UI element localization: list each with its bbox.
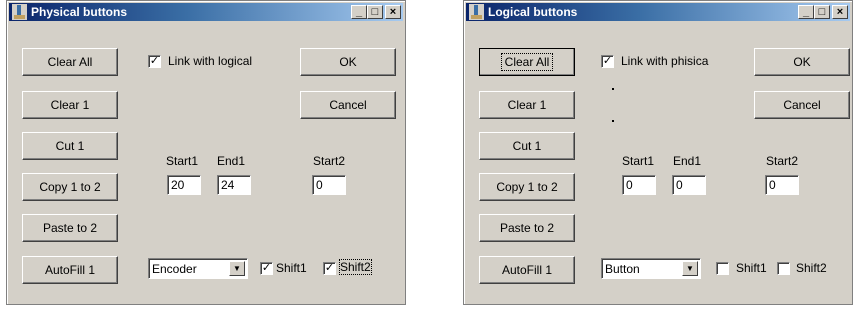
shift1-label: Shift1	[276, 261, 307, 275]
shift2-checkbox[interactable]	[777, 262, 790, 275]
shift1-label: Shift1	[736, 261, 767, 275]
clear-1-button[interactable]: Clear 1	[479, 91, 575, 119]
copy-1-to-2-button[interactable]: Copy 1 to 2	[479, 173, 575, 201]
ok-button[interactable]: OK	[754, 48, 850, 76]
shift2-label: Shift2	[339, 259, 372, 275]
clear-all-button[interactable]: Clear All	[22, 48, 118, 76]
indicator-dot	[612, 88, 614, 90]
start2-field[interactable]: 0	[312, 175, 346, 195]
cancel-button[interactable]: Cancel	[300, 91, 396, 119]
cut-1-button[interactable]: Cut 1	[479, 132, 575, 160]
start2-label: Start2	[313, 154, 346, 168]
shift2-checkbox[interactable]: ✓	[323, 262, 336, 275]
chevron-down-icon[interactable]: ▼	[682, 261, 698, 276]
paste-to-2-button[interactable]: Paste to 2	[479, 214, 575, 242]
cancel-button[interactable]: Cancel	[754, 91, 850, 119]
window-title: Physical buttons	[31, 5, 128, 19]
type-select-value: Encoder	[152, 262, 197, 276]
indicator-dot	[612, 120, 614, 122]
app-icon	[12, 4, 27, 20]
shift1-checkbox[interactable]: ✓	[260, 262, 273, 275]
start1-field[interactable]: 20	[167, 175, 201, 195]
close-button[interactable]: ×	[385, 5, 401, 19]
window-title: Logical buttons	[488, 5, 578, 19]
type-select[interactable]: Encoder ▼	[148, 258, 248, 279]
start1-field[interactable]: 0	[622, 175, 656, 195]
shift1-checkbox[interactable]	[716, 262, 729, 275]
end1-label: End1	[673, 154, 702, 168]
link-label: Link with logical	[168, 54, 253, 68]
end1-label: End1	[217, 154, 246, 168]
start2-field[interactable]: 0	[765, 175, 799, 195]
type-select-value: Button	[605, 262, 640, 276]
cut-1-button[interactable]: Cut 1	[22, 132, 118, 160]
minimize-button[interactable]: _	[798, 5, 814, 19]
link-checkbox[interactable]: ✓	[148, 55, 161, 68]
physical-buttons-window: Physical buttons _ □ × Clear All Clear 1…	[6, 0, 406, 305]
clear-1-button[interactable]: Clear 1	[22, 91, 118, 119]
end1-field[interactable]: 24	[217, 175, 251, 195]
chevron-down-icon[interactable]: ▼	[229, 261, 245, 276]
app-icon	[469, 4, 484, 20]
start1-label: Start1	[622, 154, 655, 168]
start1-label: Start1	[166, 154, 199, 168]
autofill-1-button[interactable]: AutoFill 1	[22, 256, 118, 284]
logical-buttons-window: Logical buttons _ □ × Clear All Clear 1 …	[463, 0, 853, 305]
ok-button[interactable]: OK	[300, 48, 396, 76]
shift2-label: Shift2	[796, 261, 827, 275]
autofill-1-button[interactable]: AutoFill 1	[479, 256, 575, 284]
link-checkbox[interactable]: ✓	[601, 55, 614, 68]
clear-all-button[interactable]: Clear All	[479, 48, 575, 76]
close-button[interactable]: ×	[832, 5, 848, 19]
start2-label: Start2	[766, 154, 799, 168]
copy-1-to-2-button[interactable]: Copy 1 to 2	[22, 173, 118, 201]
type-select[interactable]: Button ▼	[601, 258, 701, 279]
paste-to-2-button[interactable]: Paste to 2	[22, 214, 118, 242]
title-bar[interactable]: Physical buttons _ □ ×	[9, 3, 403, 21]
link-label: Link with phisica	[621, 54, 709, 68]
title-bar[interactable]: Logical buttons _ □ ×	[466, 3, 850, 21]
maximize-button[interactable]: □	[367, 5, 383, 19]
minimize-button[interactable]: _	[351, 5, 367, 19]
end1-field[interactable]: 0	[672, 175, 706, 195]
maximize-button[interactable]: □	[814, 5, 830, 19]
